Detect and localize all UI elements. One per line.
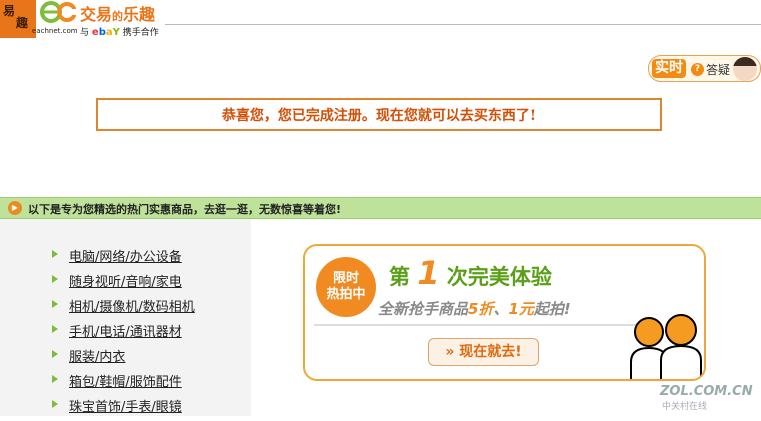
support-agent-avatar: [733, 57, 757, 81]
question-icon: ?: [691, 63, 704, 76]
promo-text: 以下是专为您精选的热门实惠商品，去逛一逛，无数惊喜等着您!: [28, 203, 342, 216]
badge-line-1: 限时: [332, 271, 359, 286]
notice-text: 恭喜您，您已完成注册。现在您就可以去买东西了!: [221, 107, 537, 124]
watermark-subtext: 中关村在线: [662, 402, 708, 412]
ebay-logo-icon: ebaY: [91, 27, 120, 38]
partner-and: 与: [80, 28, 90, 38]
logo-domain: eachnet.com: [32, 27, 78, 35]
bullet-arrow-icon: [52, 325, 58, 333]
category-link[interactable]: 手机/电话/通讯器材: [69, 321, 182, 340]
title-post: 次完美体验: [446, 265, 552, 289]
bullet-arrow-icon: [52, 400, 58, 408]
go-now-label: 现在就去!: [459, 344, 522, 360]
eachnet-logo-mark[interactable]: 易 趣: [0, 0, 36, 38]
bullet-arrow-icon: [52, 350, 58, 358]
logo-glyph-2: 趣: [16, 16, 29, 30]
title-pre: 第: [389, 265, 410, 289]
help-ask-label: 答疑: [706, 63, 731, 77]
partner-text: 携手合作: [122, 28, 159, 38]
badge-line-2: 热拍中: [326, 287, 366, 302]
sub-part-5: 起拍!: [533, 300, 571, 318]
people-figures-icon: [630, 314, 702, 379]
partner-line: 与 ebaY 携手合作: [80, 25, 159, 38]
arrow-right-icon: ▶: [8, 201, 22, 215]
registration-success-notice: 恭喜您，您已完成注册。现在您就可以去买东西了!: [96, 98, 662, 131]
header-divider: [165, 24, 761, 25]
sub-discount: 5折: [468, 300, 494, 318]
bullet-arrow-icon: [52, 300, 58, 308]
category-link[interactable]: 服装/内衣: [69, 346, 125, 365]
banner-title: 第 1 次完美体验: [389, 254, 552, 292]
go-now-button[interactable]: » 现在就去!: [428, 338, 539, 366]
slogan-small: 的: [112, 10, 124, 23]
double-chevron-icon: »: [445, 344, 455, 360]
category-link[interactable]: 箱包/鞋帽/服饰配件: [69, 371, 182, 390]
slogan-main: 交易: [80, 5, 113, 24]
title-number: 1: [417, 254, 440, 292]
sub-sep: 、: [493, 300, 509, 318]
bullet-arrow-icon: [52, 250, 58, 258]
category-link[interactable]: 随身视听/音响/家电: [69, 271, 182, 290]
category-link[interactable]: 相机/摄像机/数码相机: [69, 296, 195, 315]
banner-divider: [314, 324, 644, 326]
eachnet-ec-logo-icon: [40, 1, 76, 23]
category-panel: 电脑/网络/办公设备 随身视听/音响/家电 相机/摄像机/数码相机 手机/电话/…: [0, 219, 251, 416]
watermark-logo: ZOL.COM.CN: [660, 384, 753, 399]
category-link[interactable]: 珠宝首饰/手表/眼镜: [69, 396, 182, 415]
bullet-arrow-icon: [52, 375, 58, 383]
live-help-button[interactable]: 实时 ? 答疑: [648, 55, 761, 82]
sub-price: 1元: [508, 300, 534, 318]
sub-part-1: 全新抢手商品: [378, 300, 469, 318]
logo-glyph-1: 易: [3, 4, 16, 18]
live-help-label: 实时: [652, 59, 686, 78]
promo-bar: ▶ 以下是专为您精选的热门实惠商品，去逛一逛，无数惊喜等着您!: [0, 197, 761, 219]
category-link[interactable]: 电脑/网络/办公设备: [69, 246, 182, 265]
banner-subtitle: 全新抢手商品5折、1元起拍!: [378, 298, 571, 319]
bullet-arrow-icon: [52, 275, 58, 283]
limited-time-badge: 限时 热拍中: [316, 257, 376, 317]
first-experience-banner[interactable]: 限时 热拍中 第 1 次完美体验 全新抢手商品5折、1元起拍! » 现在就去!: [303, 244, 706, 381]
slogan-end: 乐趣: [123, 5, 156, 24]
header-slogan: 交易的乐趣: [80, 1, 155, 25]
